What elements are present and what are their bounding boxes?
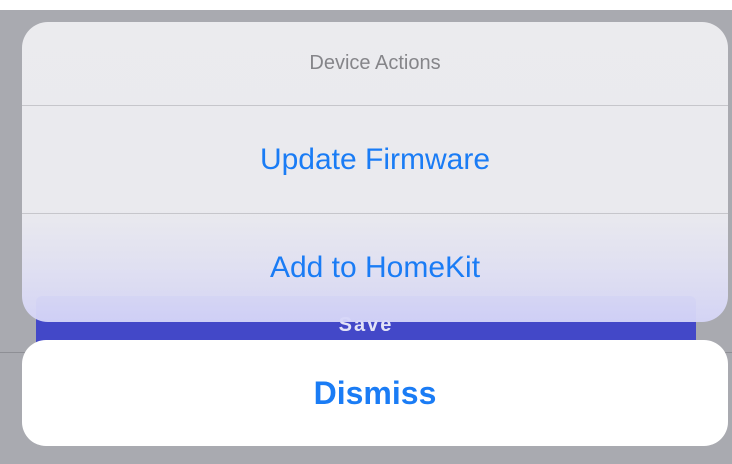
screen: Save Device Actions Update Firmware Add …	[0, 0, 732, 464]
action-sheet: Device Actions Update Firmware Add to Ho…	[22, 22, 728, 322]
dismiss-button[interactable]: Dismiss	[22, 340, 728, 446]
background-top-strip	[0, 0, 732, 10]
action-sheet-title: Device Actions	[22, 22, 728, 106]
add-to-homekit-button[interactable]: Add to HomeKit	[22, 214, 728, 322]
update-firmware-button[interactable]: Update Firmware	[22, 106, 728, 214]
